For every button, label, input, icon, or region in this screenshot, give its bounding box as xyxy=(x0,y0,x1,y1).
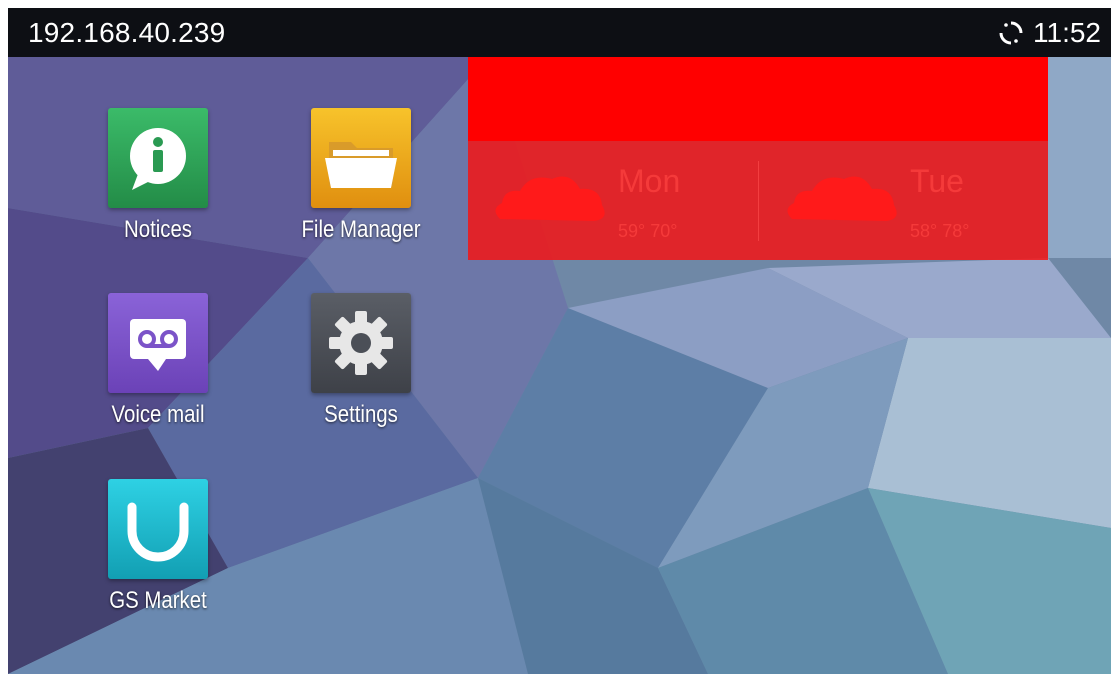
app-notices[interactable]: Notices xyxy=(73,108,243,244)
forecast-divider xyxy=(758,161,759,241)
weather-forecast-panel: Mon 59° 70° Tue 58° 78° xyxy=(468,141,1048,260)
app-file-manager[interactable]: File Manager xyxy=(276,108,446,244)
cloud-icon xyxy=(787,176,897,221)
voicemail-icon xyxy=(108,293,208,393)
app-label: Voice mail xyxy=(111,401,205,428)
app-label: GS Market xyxy=(109,587,207,614)
gear-icon xyxy=(311,293,411,393)
forecast-day-tue: Tue 58° 78° xyxy=(760,141,1050,260)
clock: 11:52 xyxy=(1033,16,1101,48)
app-label: File Manager xyxy=(301,216,421,243)
app-label: Notices xyxy=(123,216,193,243)
sync-icon xyxy=(999,21,1023,44)
app-voice-mail[interactable]: Voice mail xyxy=(73,293,243,429)
folder-icon xyxy=(311,108,411,208)
app-label: Settings xyxy=(324,401,398,428)
cloud-icon xyxy=(495,176,605,221)
forecast-day-name: Tue xyxy=(910,163,964,199)
status-bar[interactable]: 192.168.40.239 11:52 xyxy=(8,8,1111,57)
forecast-day-temp: 58° 78° xyxy=(910,221,970,241)
app-settings[interactable]: Settings xyxy=(276,293,446,429)
forecast-day-name: Mon xyxy=(618,163,681,199)
app-gs-market[interactable]: GS Market xyxy=(73,479,243,615)
ip-address: 192.168.40.239 xyxy=(28,16,226,48)
market-icon xyxy=(108,479,208,579)
home-screen: Mon 59° 70° Tue 58° 78° 192.168.40.239 1… xyxy=(8,8,1111,674)
forecast-day-mon: Mon 59° 70° xyxy=(468,141,758,260)
info-icon xyxy=(108,108,208,208)
status-right: 11:52 xyxy=(997,17,1111,49)
forecast-day-temp: 59° 70° xyxy=(618,221,678,241)
